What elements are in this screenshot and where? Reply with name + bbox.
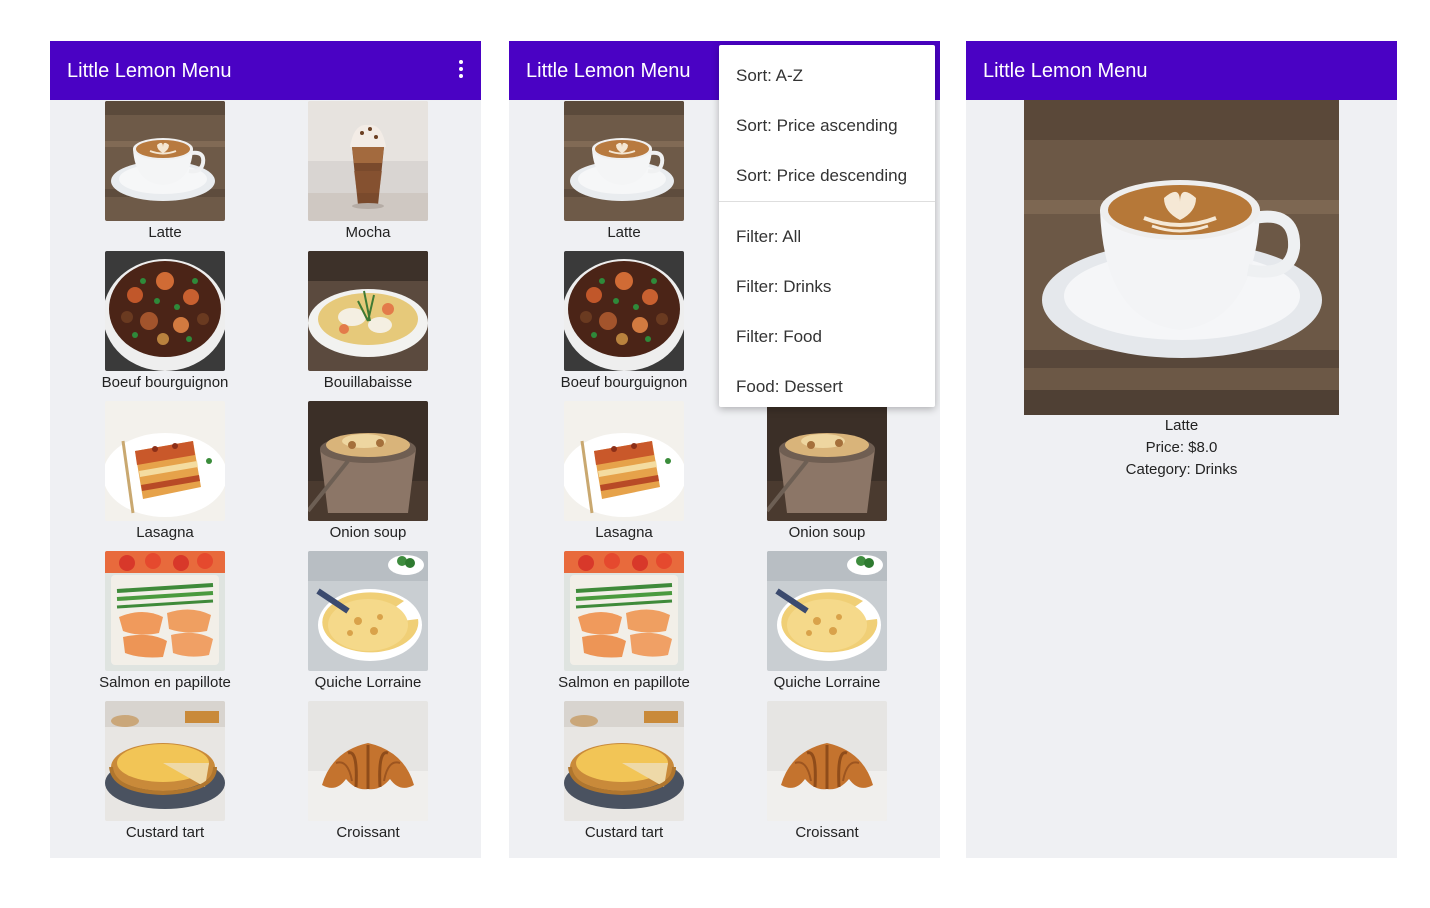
item-name: Custard tart <box>584 824 664 841</box>
item-name: Salmon en papillote <box>558 674 690 691</box>
menu-item-quiche-lorraine[interactable]: Quiche Lorraine <box>727 550 927 700</box>
menu-item-salmon-en-papillote[interactable]: Salmon en papillote <box>524 550 724 700</box>
menu-screen: Little Lemon Menu Latte Mocha Boeuf bour… <box>50 41 481 858</box>
option-label: Food: Dessert <box>736 377 843 396</box>
menu-item-croissant[interactable]: Croissant <box>268 700 468 850</box>
item-name: Onion soup <box>329 524 407 541</box>
item-name: Boeuf bourguignon <box>101 374 229 391</box>
menu-item-lasagna[interactable]: Lasagna <box>524 400 724 550</box>
stew-image <box>564 251 684 371</box>
menu-item-bouillabaisse[interactable]: Bouillabaisse <box>268 250 468 400</box>
app-bar: Little Lemon Menu <box>966 41 1397 100</box>
mocha-image <box>308 101 428 221</box>
menu-option-filter-food[interactable]: Filter: Food <box>719 311 935 361</box>
detail-category: Category: Drinks <box>1125 461 1238 478</box>
option-label: Sort: Price descending <box>736 166 908 185</box>
soup-bowl-image <box>308 251 428 371</box>
croissant-image <box>308 701 428 821</box>
quiche-image <box>767 551 887 671</box>
item-name: Croissant <box>336 824 400 841</box>
menu-option-sort-az[interactable]: Sort: A-Z <box>719 50 935 100</box>
app-title: Little Lemon Menu <box>983 60 1148 82</box>
overflow-menu-icon[interactable] <box>455 60 467 80</box>
option-label: Filter: Drinks <box>736 277 832 296</box>
onion-soup-image <box>767 401 887 521</box>
item-name: Salmon en papillote <box>99 674 231 691</box>
item-name: Latte <box>148 224 182 241</box>
detail-price: Price: $8.0 <box>1145 439 1218 456</box>
menu-screen-with-options: Little Lemon Menu Latte Mocha Boeuf bour… <box>509 41 940 858</box>
app-title: Little Lemon Menu <box>67 60 232 82</box>
menu-item-mocha[interactable]: Mocha <box>268 100 468 250</box>
menu-item-custard-tart[interactable]: Custard tart <box>524 700 724 850</box>
app-bar: Little Lemon Menu <box>50 41 481 100</box>
menu-item-quiche-lorraine[interactable]: Quiche Lorraine <box>268 550 468 700</box>
item-name: Latte <box>607 224 641 241</box>
menu-option-filter-all[interactable]: Filter: All <box>719 211 935 261</box>
item-name: Boeuf bourguignon <box>560 374 688 391</box>
quiche-image <box>308 551 428 671</box>
item-name: Onion soup <box>788 524 866 541</box>
menu-item-croissant[interactable]: Croissant <box>727 700 927 850</box>
tart-image <box>105 701 225 821</box>
item-name: Bouillabaisse <box>323 374 413 391</box>
latte-image <box>564 101 684 221</box>
detail-item-name: Latte <box>1164 417 1199 434</box>
latte-image <box>1024 100 1339 415</box>
menu-item-onion-soup[interactable]: Onion soup <box>268 400 468 550</box>
item-name: Croissant <box>795 824 859 841</box>
menu-item-custard-tart[interactable]: Custard tart <box>65 700 265 850</box>
menu-item-onion-soup[interactable]: Onion soup <box>727 400 927 550</box>
latte-image <box>105 101 225 221</box>
menu-divider <box>719 201 935 202</box>
item-name: Quiche Lorraine <box>773 674 881 691</box>
option-label: Sort: A-Z <box>736 66 804 85</box>
option-label: Filter: All <box>736 227 802 246</box>
menu-option-sort-price-ascending[interactable]: Sort: Price ascending <box>719 100 935 150</box>
menu-option-sort-price-descending[interactable]: Sort: Price descending <box>719 150 935 200</box>
onion-soup-image <box>308 401 428 521</box>
options-dropdown: Sort: A-Z Sort: Price ascending Sort: Pr… <box>719 45 935 407</box>
item-detail-screen: Little Lemon Menu Latte Price: $8.0 Cate… <box>966 41 1397 858</box>
item-name: Mocha <box>345 224 391 241</box>
item-name: Lasagna <box>136 524 194 541</box>
app-title: Little Lemon Menu <box>526 60 691 82</box>
menu-item-latte[interactable]: Latte <box>524 100 724 250</box>
menu-item-boeuf-bourguignon[interactable]: Boeuf bourguignon <box>65 250 265 400</box>
menu-item-latte[interactable]: Latte <box>65 100 265 250</box>
tart-image <box>564 701 684 821</box>
menu-item-boeuf-bourguignon[interactable]: Boeuf bourguignon <box>524 250 724 400</box>
item-name: Quiche Lorraine <box>314 674 422 691</box>
menu-item-lasagna[interactable]: Lasagna <box>65 400 265 550</box>
lasagna-image <box>105 401 225 521</box>
salmon-image <box>105 551 225 671</box>
item-name: Custard tart <box>125 824 205 841</box>
lasagna-image <box>564 401 684 521</box>
item-name: Lasagna <box>595 524 653 541</box>
menu-option-filter-drinks[interactable]: Filter: Drinks <box>719 261 935 311</box>
salmon-image <box>564 551 684 671</box>
stew-image <box>105 251 225 371</box>
option-label: Sort: Price ascending <box>736 116 898 135</box>
croissant-image <box>767 701 887 821</box>
option-label: Filter: Food <box>736 327 822 346</box>
menu-option-food-dessert[interactable]: Food: Dessert <box>719 361 935 411</box>
menu-item-salmon-en-papillote[interactable]: Salmon en papillote <box>65 550 265 700</box>
